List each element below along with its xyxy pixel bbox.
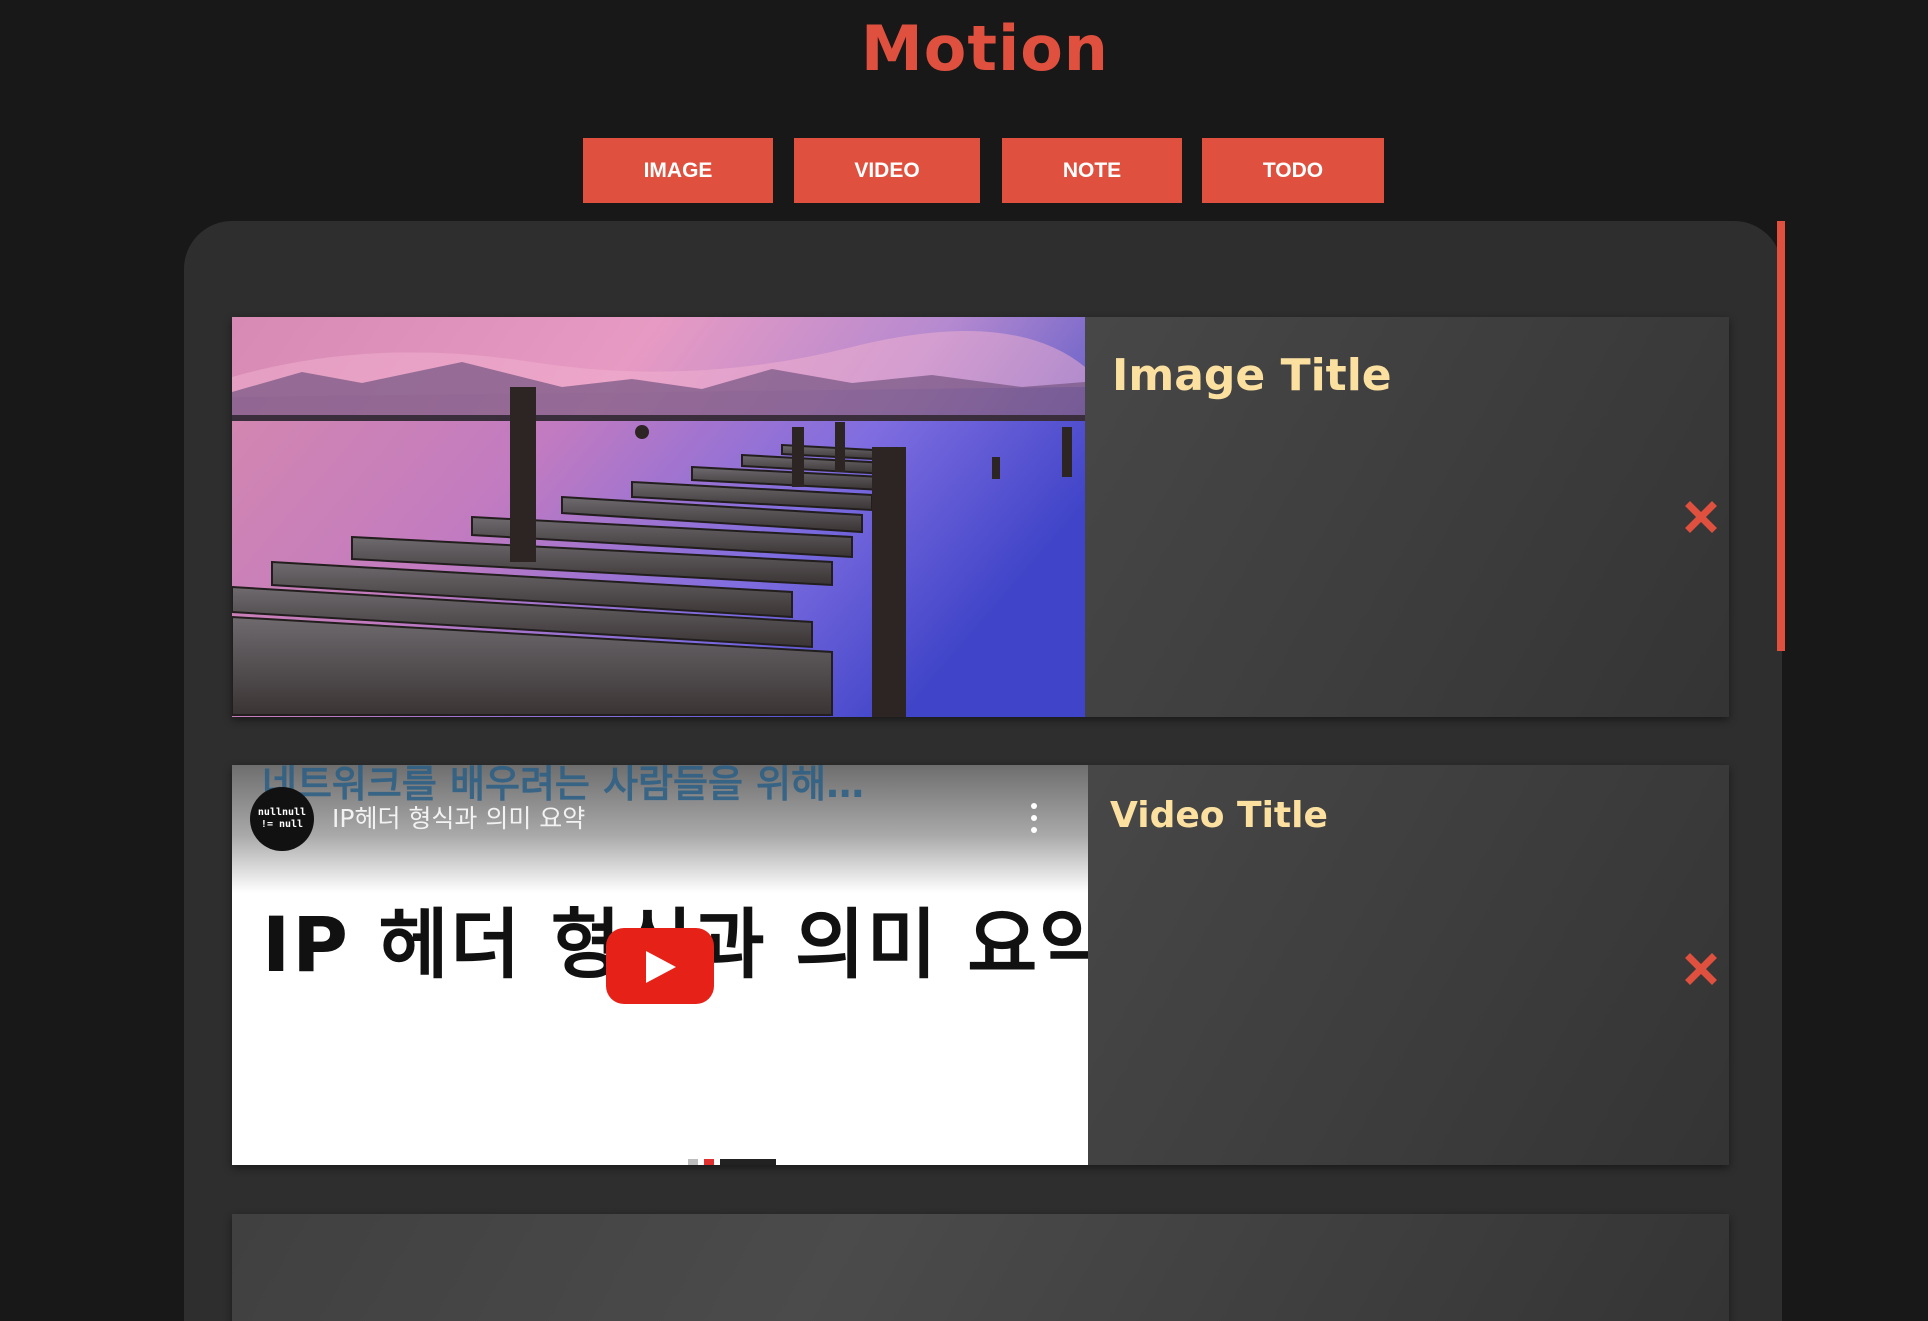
thumbnail-bottom-mark [688,1159,776,1165]
youtube-video-title[interactable]: IP헤더 형식과 의미 요약 [332,799,585,835]
youtube-embed[interactable]: 네트워크를 배우려는 사람들을 위해… nullnull != null IP헤… [232,765,1088,1165]
image-item-title: Image Title [1112,350,1392,401]
next-item[interactable] [232,1214,1729,1321]
channel-avatar-line1: nullnull [257,806,307,818]
channel-avatar[interactable]: nullnull != null [250,787,314,851]
video-button[interactable]: VIDEO [794,138,980,203]
app-title: Motion [861,12,1109,85]
todo-button[interactable]: TODO [1202,138,1384,203]
channel-avatar-line2: != null [260,819,304,830]
play-icon [646,951,676,983]
control-bar: IMAGE VIDEO NOTE TODO [0,138,1928,203]
video-item-title: Video Title [1110,795,1328,836]
note-button[interactable]: NOTE [1002,138,1182,203]
image-item[interactable]: Image Title [232,317,1729,717]
scrollbar-thumb[interactable] [1777,221,1785,651]
more-options-icon[interactable] [1028,803,1040,833]
pier-sunset-image [232,317,1085,717]
close-icon[interactable] [1673,941,1729,997]
close-icon[interactable] [1673,489,1729,545]
image-button[interactable]: IMAGE [583,138,773,203]
video-item[interactable]: 네트워크를 배우려는 사람들을 위해… nullnull != null IP헤… [232,765,1729,1165]
play-button[interactable] [606,928,714,1004]
document-panel: Image Title 네트워크를 배우려는 사람들을 위해… nullnull… [184,221,1782,1321]
